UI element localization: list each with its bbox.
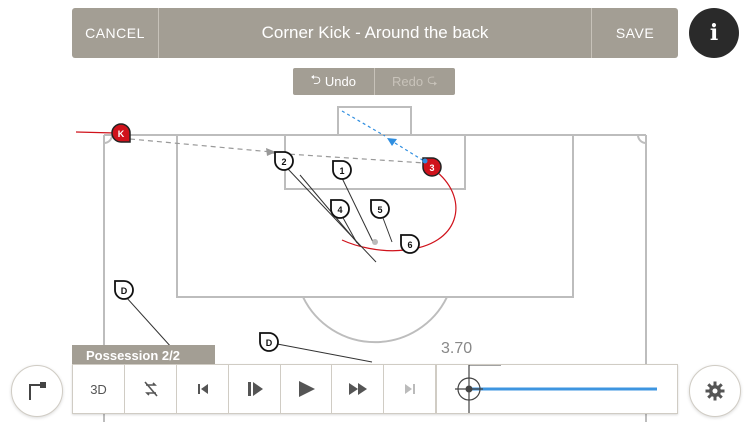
redo-arrow-icon: ⮎ — [427, 71, 438, 87]
kicker-label: K — [118, 129, 125, 139]
info-icon: i — [709, 20, 719, 46]
settings-button[interactable] — [689, 365, 741, 417]
attacker-label-6: 6 — [407, 240, 412, 250]
attacker-marker-4[interactable]: 4 — [330, 199, 350, 219]
attacker-marker-6[interactable]: 6 — [400, 234, 420, 254]
corner-flag-icon — [29, 382, 46, 400]
timeline-slider[interactable] — [436, 365, 677, 413]
playback-controls: 3D — [72, 364, 678, 414]
defender-label-1: D — [121, 286, 128, 296]
step-forward-button[interactable] — [229, 365, 281, 413]
timeline-handle[interactable] — [455, 365, 483, 413]
attacker-marker-2[interactable]: 2 — [274, 151, 294, 171]
undo-label: Undo — [324, 74, 356, 89]
attacker-marker-3[interactable]: 3 — [422, 157, 442, 177]
attacker-label-2: 2 — [281, 157, 286, 167]
play-icon — [299, 381, 315, 397]
skip-to-end-button[interactable] — [384, 365, 436, 413]
attacker-label-1: 1 — [339, 166, 344, 176]
attacker-label-5: 5 — [377, 205, 382, 215]
time-readout: 3.70 — [441, 340, 473, 357]
gear-icon — [705, 381, 725, 401]
defender-label-2: D — [266, 338, 273, 348]
fast-forward-icon — [348, 383, 367, 395]
skip-back-icon — [197, 384, 208, 394]
attacker-marker-1[interactable]: 1 — [332, 160, 352, 180]
possession-label: Possession 2/2 — [72, 345, 215, 366]
attacker-label-4: 4 — [337, 205, 342, 215]
skip-to-start-button[interactable] — [177, 365, 229, 413]
top-bar: CANCEL Corner Kick - Around the back SAV… — [72, 8, 678, 58]
3d-toggle-button[interactable]: 3D — [73, 365, 125, 413]
corner-flag-button[interactable] — [11, 365, 63, 417]
page-title: Corner Kick - Around the back — [158, 8, 592, 58]
step-forward-icon — [247, 382, 263, 396]
fast-forward-button[interactable] — [332, 365, 384, 413]
undo-button[interactable]: ⮌ Undo — [293, 68, 374, 95]
attacker-marker-5[interactable]: 5 — [370, 199, 390, 219]
defender-marker-1[interactable]: D — [114, 280, 134, 300]
no-tracking-button[interactable] — [125, 365, 177, 413]
movement-paths — [75, 110, 457, 363]
save-button[interactable]: SAVE — [592, 8, 678, 58]
attacker-label-3: 3 — [429, 163, 434, 173]
play-button[interactable] — [281, 365, 332, 413]
redo-label: Redo — [392, 74, 424, 89]
info-button[interactable]: i — [689, 8, 739, 58]
cancel-button[interactable]: CANCEL — [72, 8, 158, 58]
undo-arrow-icon: ⮌ — [310, 71, 321, 87]
history-bar: ⮌ Undo Redo ⮎ — [293, 68, 455, 95]
skip-forward-icon — [404, 384, 415, 394]
crossed-target-icon — [143, 381, 158, 397]
kicker-marker[interactable]: K — [111, 123, 131, 143]
redo-button[interactable]: Redo ⮎ — [373, 68, 456, 95]
defender-marker-2[interactable]: D — [259, 332, 279, 352]
